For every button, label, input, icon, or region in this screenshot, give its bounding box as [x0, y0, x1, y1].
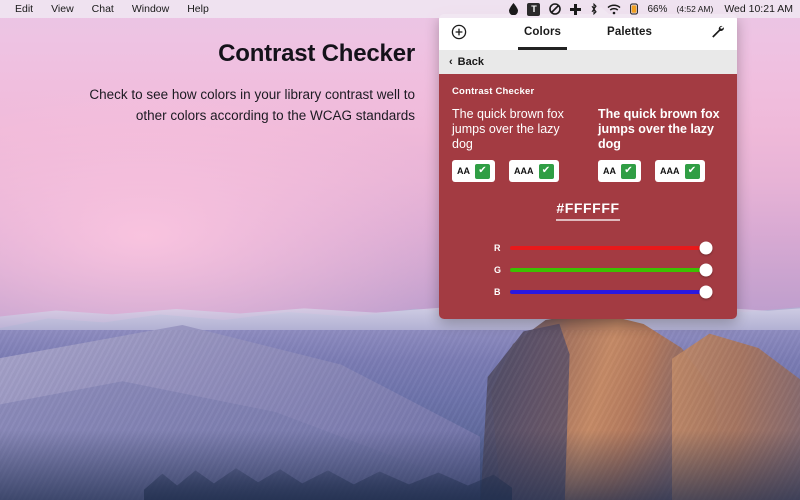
tab-colors[interactable]: Colors [518, 14, 568, 50]
menu-bar-items: Edit View Chat Window Help [0, 0, 218, 18]
slider-label-blue: B [494, 287, 501, 297]
hex-field-wrapper: #FFFFFF [452, 200, 724, 221]
color-app-popover: Colors Palettes ‹ Back Contrast Checker … [439, 14, 737, 319]
badge-label: AAA [660, 166, 680, 176]
slider-green[interactable] [510, 263, 713, 277]
check-icon: ✔ [621, 163, 636, 179]
menu-item-chat[interactable]: Chat [83, 0, 123, 18]
contrast-column-regular: The quick brown fox jumps over the lazy … [452, 107, 578, 182]
slider-row-blue: B [494, 281, 713, 303]
add-color-button[interactable] [439, 24, 479, 40]
settings-button[interactable] [697, 24, 737, 40]
check-icon: ✔ [684, 163, 700, 179]
check-icon: ✔ [538, 163, 554, 179]
bluetooth-icon[interactable] [590, 3, 598, 15]
back-button-label: Back [457, 56, 484, 68]
menu-item-help[interactable]: Help [178, 0, 218, 18]
desktop-promo-text: Contrast Checker Check to see how colors… [60, 40, 415, 126]
check-icon: ✔ [475, 163, 490, 179]
wallpaper-foreground-shadow [0, 430, 800, 500]
app-menu-bar-icon[interactable]: T [527, 2, 541, 16]
popover-header: Colors Palettes [439, 14, 737, 50]
macos-menu-bar: Edit View Chat Window Help T 66% (4:52 A… [0, 0, 800, 18]
menu-item-window[interactable]: Window [123, 0, 178, 18]
page-description: Check to see how colors in your library … [89, 87, 415, 123]
slider-thumb-blue[interactable] [699, 285, 713, 299]
contrast-checker-panel: Contrast Checker The quick brown fox jum… [439, 74, 737, 319]
menu-item-view[interactable]: View [42, 0, 83, 18]
battery-percent-label: 66% [647, 3, 668, 15]
slider-thumb-red[interactable] [699, 241, 713, 255]
badge-label: AA [603, 166, 616, 176]
slider-row-red: R [494, 237, 713, 259]
battery-icon[interactable] [630, 3, 639, 15]
badge-aaa-bold[interactable]: AAA ✔ [655, 160, 705, 182]
back-bar[interactable]: ‹ Back [439, 50, 737, 74]
badge-aa-regular[interactable]: AA ✔ [452, 160, 495, 182]
contrast-column-bold: The quick brown fox jumps over the lazy … [598, 107, 724, 182]
slider-thumb-green[interactable] [699, 263, 713, 277]
slider-red[interactable] [510, 241, 713, 255]
sample-text-bold: The quick brown fox jumps over the lazy … [598, 107, 720, 151]
contrast-sample-columns: The quick brown fox jumps over the lazy … [452, 107, 724, 182]
menu-bar-clock[interactable]: Wed 10:21 AM [724, 3, 793, 15]
rgb-sliders: R G B [452, 237, 724, 303]
slider-blue[interactable] [510, 285, 713, 299]
menu-bar-status-items: T 66% (4:52 AM) Wed 10:21 AM [509, 2, 800, 16]
tab-palettes[interactable]: Palettes [607, 14, 652, 50]
slider-label-green: G [494, 265, 502, 275]
wifi-icon[interactable] [607, 4, 621, 15]
medical-cross-icon[interactable] [570, 3, 582, 15]
slider-label-red: R [494, 243, 501, 253]
badge-aa-bold[interactable]: AA ✔ [598, 160, 641, 182]
badges-regular: AA ✔ AAA ✔ [452, 160, 578, 182]
badges-bold: AA ✔ AAA ✔ [598, 160, 724, 182]
sample-text-regular: The quick brown fox jumps over the lazy … [452, 107, 564, 151]
hex-value-input[interactable]: #FFFFFF [556, 200, 620, 221]
battery-remaining-label: (4:52 AM) [676, 4, 714, 14]
badge-aaa-regular[interactable]: AAA ✔ [509, 160, 559, 182]
badge-label: AA [457, 166, 470, 176]
chevron-left-icon: ‹ [449, 55, 453, 68]
menu-item-edit[interactable]: Edit [6, 0, 42, 18]
contrast-checker-title: Contrast Checker [452, 86, 535, 97]
badge-label: AAA [514, 166, 534, 176]
droplet-icon[interactable] [509, 3, 519, 15]
popover-tabs: Colors Palettes [479, 14, 697, 50]
circle-slash-icon[interactable] [549, 3, 562, 15]
slider-row-green: G [494, 259, 713, 281]
page-title: Contrast Checker [218, 40, 415, 67]
